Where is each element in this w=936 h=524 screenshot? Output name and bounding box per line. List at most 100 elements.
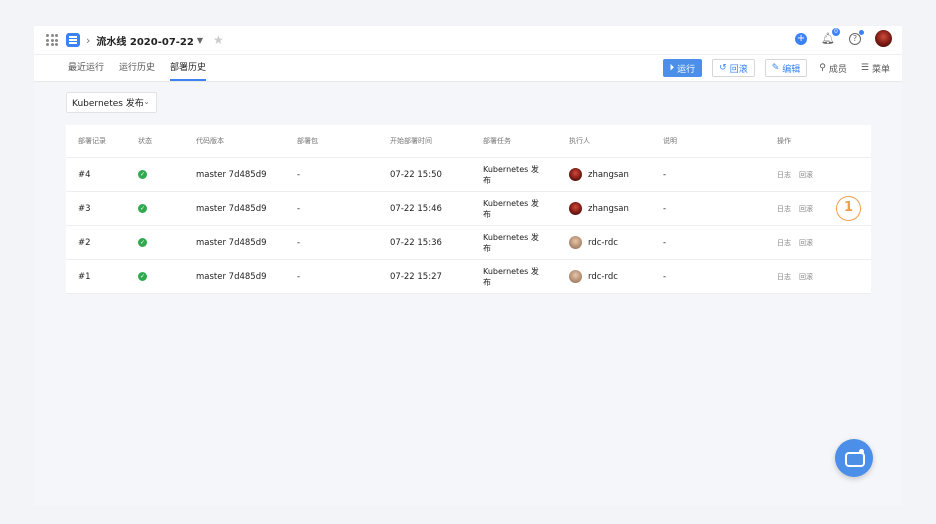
- table-row: #1 ✓ master 7d485d9 - 07-22 15:27 Kubern…: [66, 260, 871, 294]
- col-header: 操作: [777, 137, 791, 145]
- top-bar: › 流水线 2020-07-22 ▼ ★ + 🔔︎ 0 ?: [34, 26, 902, 54]
- menu-label: 菜单: [871, 64, 890, 75]
- col-header: 状态: [138, 137, 152, 145]
- log-link[interactable]: 日志: [777, 170, 791, 180]
- tab-run-history[interactable]: 运行历史: [119, 60, 155, 81]
- executor-name: zhangsan: [588, 203, 629, 214]
- flow-logo-icon[interactable]: [66, 33, 80, 47]
- members-button[interactable]: ⚲ 成员: [817, 59, 849, 77]
- bell-icon[interactable]: 🔔︎ 0: [821, 28, 840, 45]
- step-marker: 1: [836, 196, 861, 221]
- rollback-label: 回滚: [729, 64, 748, 75]
- help-dot: [859, 29, 864, 35]
- rollback-link[interactable]: 回滚: [799, 272, 813, 282]
- executor-cell: rdc-rdc: [569, 226, 663, 259]
- col-header: 说明: [663, 137, 677, 145]
- executor-name: rdc-rdc: [588, 271, 618, 282]
- col-header: 代码版本: [196, 137, 224, 145]
- success-check-icon: ✓: [138, 238, 147, 247]
- note: -: [663, 237, 667, 248]
- status-cell: ✓: [138, 226, 196, 259]
- edit-button[interactable]: ✎ 编辑: [764, 59, 808, 77]
- task-cell: Kubernetes 发布: [483, 192, 569, 225]
- success-check-icon: ✓: [138, 170, 147, 179]
- top-right-tools: + 🔔︎ 0 ?: [795, 28, 892, 47]
- chevron-right-icon: ›: [86, 33, 91, 47]
- deploy-task: Kubernetes 发布: [483, 266, 539, 287]
- table-row: #2 ✓ master 7d485d9 - 07-22 15:36 Kubern…: [66, 226, 871, 260]
- deploy-task: Kubernetes 发布: [483, 198, 539, 219]
- success-check-icon: ✓: [138, 272, 147, 281]
- tab-deploy-history[interactable]: 部署历史: [170, 60, 207, 81]
- table-row: #3 ✓ master 7d485d9 - 07-22 15:46 Kubern…: [66, 192, 871, 226]
- col-header: 部署包: [297, 137, 318, 145]
- deploy-id[interactable]: #2: [66, 226, 138, 259]
- table-header: 部署记录 状态 代码版本 部署包 开始部署时间 部署任务 执行人 说明 操作: [66, 125, 871, 158]
- edit-label: 编辑: [782, 64, 801, 75]
- members-label: 成员: [828, 64, 847, 75]
- app-window: › 流水线 2020-07-22 ▼ ★ + 🔔︎ 0 ? 最近运行 运行历史 部…: [34, 26, 902, 506]
- package: -: [297, 203, 301, 214]
- user-avatar[interactable]: [875, 30, 892, 47]
- menu-icon: ☰: [860, 63, 869, 73]
- executor-avatar: [569, 168, 582, 181]
- start-time: 07-22 15:27: [390, 271, 442, 282]
- col-header: 执行人: [569, 137, 590, 145]
- package: -: [297, 271, 301, 282]
- start-time: 07-22 15:50: [390, 169, 442, 180]
- col-header: 部署任务: [483, 137, 511, 145]
- deploy-id[interactable]: #1: [66, 260, 138, 293]
- executor-avatar: [569, 202, 582, 215]
- log-link[interactable]: 日志: [777, 272, 791, 282]
- rollback-link[interactable]: 回滚: [799, 204, 813, 214]
- menu-button[interactable]: ☰ 菜单: [858, 59, 892, 77]
- star-icon[interactable]: ★: [213, 33, 224, 47]
- tab-recent-runs[interactable]: 最近运行: [68, 60, 104, 81]
- add-icon[interactable]: +: [795, 32, 808, 45]
- executor-cell: rdc-rdc: [569, 260, 663, 293]
- chat-bubble-icon[interactable]: [835, 439, 873, 477]
- code-version: master 7d485d9: [196, 203, 267, 214]
- toolbar-actions: ⏵ 运行 ↺ 回滚 ✎ 编辑 ⚲ 成员 ☰ 菜单: [662, 59, 892, 77]
- code-version: master 7d485d9: [196, 237, 267, 248]
- task-filter-value: Kubernetes 发布: [72, 99, 144, 109]
- executor-avatar: [569, 270, 582, 283]
- user-icon: ⚲: [819, 63, 826, 73]
- pipeline-title[interactable]: 流水线 2020-07-22: [96, 33, 193, 48]
- run-button[interactable]: ⏵ 运行: [662, 59, 703, 77]
- rollback-link[interactable]: 回滚: [799, 238, 813, 248]
- ops-cell: 日志 回滚: [777, 158, 871, 191]
- rollback-button[interactable]: ↺ 回滚: [712, 59, 755, 77]
- start-time: 07-22 15:46: [390, 203, 442, 214]
- deploy-id[interactable]: #4: [66, 158, 138, 191]
- deploy-task: Kubernetes 发布: [483, 164, 539, 185]
- task-cell: Kubernetes 发布: [483, 260, 569, 293]
- executor-avatar: [569, 236, 582, 249]
- log-link[interactable]: 日志: [777, 204, 791, 214]
- tab-bar: 最近运行 运行历史 部署历史 ⏵ 运行 ↺ 回滚 ✎ 编辑 ⚲ 成员 ☰ 菜单: [34, 54, 902, 82]
- history-icon: ↺: [719, 63, 727, 73]
- status-cell: ✓: [138, 192, 196, 225]
- col-header: 开始部署时间: [390, 137, 432, 145]
- task-filter-select[interactable]: Kubernetes 发布 ⌄: [66, 92, 157, 113]
- note: -: [663, 271, 667, 282]
- deploy-history-table: 部署记录 状态 代码版本 部署包 开始部署时间 部署任务 执行人 说明 操作 #…: [66, 125, 871, 294]
- deploy-id[interactable]: #3: [66, 192, 138, 225]
- log-link[interactable]: 日志: [777, 238, 791, 248]
- task-cell: Kubernetes 发布: [483, 226, 569, 259]
- col-header: 部署记录: [78, 137, 106, 145]
- code-version: master 7d485d9: [196, 169, 267, 180]
- apps-grid-icon[interactable]: [46, 34, 58, 46]
- notification-badge: 0: [832, 28, 840, 36]
- rollback-link[interactable]: 回滚: [799, 170, 813, 180]
- caret-down-icon[interactable]: ▼: [197, 36, 203, 45]
- task-cell: Kubernetes 发布: [483, 158, 569, 191]
- success-check-icon: ✓: [138, 204, 147, 213]
- help-icon[interactable]: ?: [849, 29, 864, 45]
- executor-cell: zhangsan: [569, 158, 663, 191]
- pencil-icon: ✎: [771, 63, 780, 73]
- executor-cell: zhangsan: [569, 192, 663, 225]
- table-row: #4 ✓ master 7d485d9 - 07-22 15:50 Kubern…: [66, 158, 871, 192]
- package: -: [297, 169, 301, 180]
- chevron-down-icon: ⌄: [143, 97, 150, 106]
